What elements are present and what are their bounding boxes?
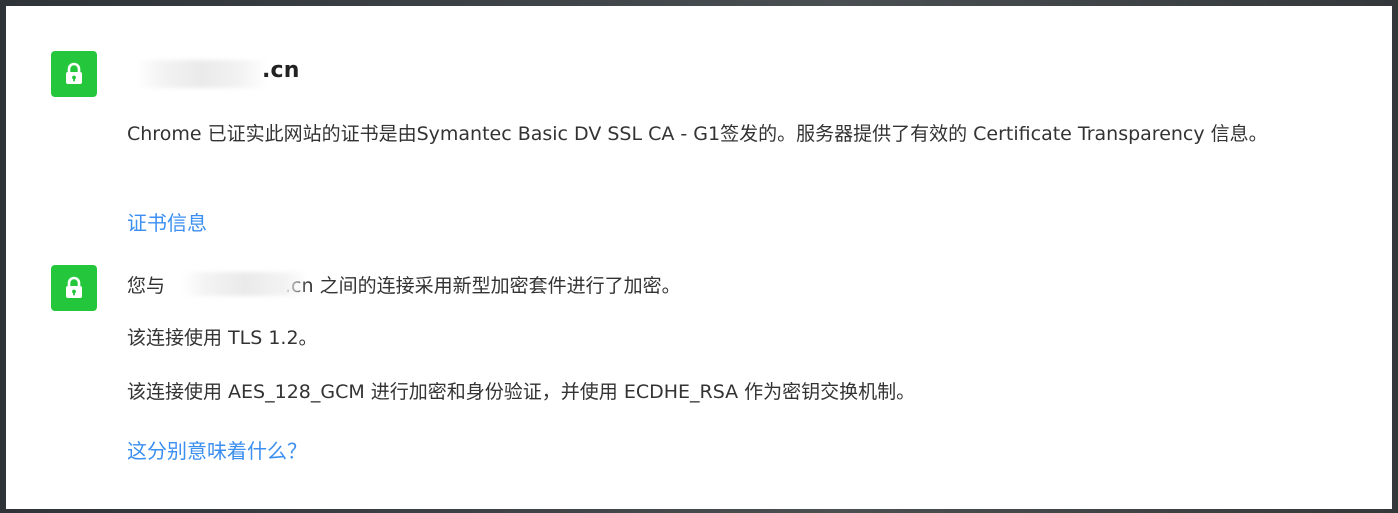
- site-domain-suffix: .cn: [262, 58, 300, 83]
- site-domain-title: .cn: [262, 58, 300, 83]
- connection-lock-icon: [51, 265, 97, 311]
- certificate-description: Chrome 已证实此网站的证书是由Symantec Basic DV SSL …: [127, 123, 1268, 145]
- connection-prefix: 您与: [127, 275, 166, 297]
- certificate-info-link[interactable]: 证书信息: [127, 207, 207, 236]
- connection-suffix: .cn 之间的连接采用新型加密套件进行了加密。: [285, 275, 681, 297]
- security-info-panel: .cn Chrome 已证实此网站的证书是由Symantec Basic DV …: [6, 6, 1392, 509]
- redacted-domain-mask-2: [181, 272, 309, 296]
- tls-version-line: 该连接使用 TLS 1.2。: [127, 327, 318, 349]
- certificate-lock-icon: [51, 51, 97, 97]
- redacted-domain-mask: [136, 60, 268, 88]
- lock-icon: [66, 276, 82, 298]
- cipher-suite-line: 该连接使用 AES_128_GCM 进行加密和身份验证，并使用 ECDHE_RS…: [127, 381, 916, 403]
- lock-icon: [66, 62, 82, 84]
- what-does-this-mean-link[interactable]: 这分别意味着什么？: [127, 435, 307, 464]
